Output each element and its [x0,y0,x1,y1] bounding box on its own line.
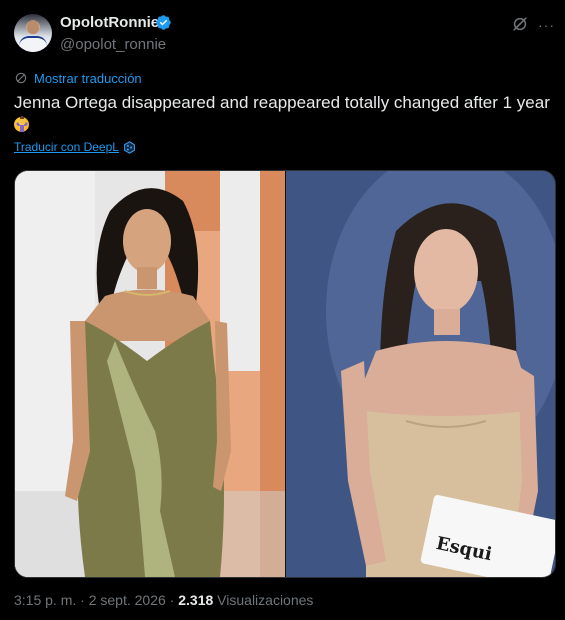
deepl-translate-link[interactable]: Traducir con DeepL [14,140,136,154]
author-display-name[interactable]: OpolotRonnie [60,14,159,31]
avatar-shirt [19,36,47,52]
show-translation-label[interactable]: Mostrar traducción [34,71,142,86]
views-label[interactable]: Visualizaciones [217,592,313,608]
verified-badge-icon [156,15,171,30]
grok-icon[interactable] [510,14,530,34]
tweet-text-content: Jenna Ortega disappeared and reappeared … [14,93,550,112]
photo-before[interactable] [15,171,285,577]
more-options-icon[interactable]: ··· [538,17,555,33]
tweet-media[interactable]: Esqui [14,170,556,578]
author-handle[interactable]: @opolot_ronnie [60,36,166,53]
views-count[interactable]: 2.318 [178,592,213,608]
tweet-time[interactable]: 3:15 p. m. [14,592,76,608]
photo-after[interactable]: Esqui [286,171,555,577]
show-translation-link[interactable]: Mostrar traducción [14,69,142,87]
meta-separator: · [80,592,85,608]
avatar[interactable] [14,14,52,52]
tweet-date[interactable]: 2 sept. 2026 [89,592,166,608]
avatar-head [27,20,39,34]
deepl-label[interactable]: Traducir con DeepL [14,140,119,154]
tweet-header: OpolotRonnie @opolot_ronnie ··· [0,0,565,62]
meta-separator: · [169,592,175,608]
deepl-icon [124,140,135,154]
tweet-meta: 3:15 p. m. · 2 sept. 2026 · 2.318 Visual… [14,592,313,608]
before-photo-illustration [15,171,285,577]
after-photo-illustration: Esqui [286,171,555,577]
translate-icon [15,72,27,84]
tweet-text: Jenna Ortega disappeared and reappeared … [14,92,554,136]
person-shrugging-emoji-icon [16,116,28,132]
